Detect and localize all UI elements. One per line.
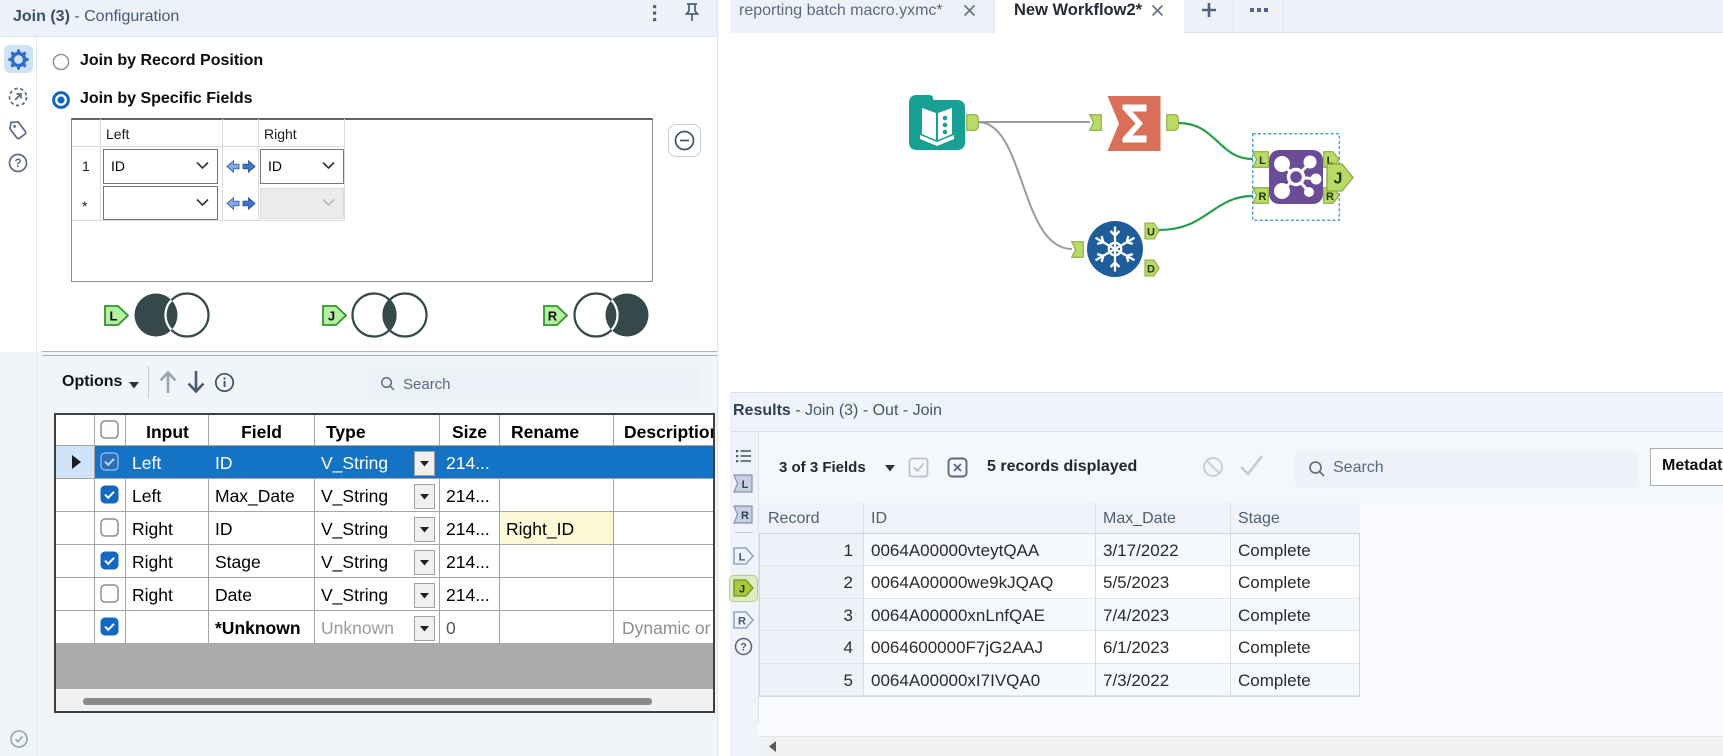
svg-text:L: L: [110, 309, 118, 324]
svg-text:?: ?: [740, 642, 747, 654]
svg-text:R: R: [738, 615, 746, 627]
svg-text:L: L: [739, 551, 746, 563]
svg-text:J: J: [328, 309, 335, 324]
svg-text:R: R: [1326, 191, 1334, 203]
svg-text:?: ?: [14, 158, 21, 170]
svg-text:J: J: [1334, 171, 1343, 188]
svg-text:J: J: [739, 583, 745, 595]
svg-text:L: L: [1259, 155, 1266, 167]
svg-text:R: R: [1259, 191, 1267, 203]
svg-text:R: R: [741, 510, 749, 522]
svg-text:D: D: [1147, 263, 1155, 275]
svg-text:U: U: [1147, 226, 1155, 238]
svg-text:R: R: [548, 309, 558, 324]
svg-text:L: L: [742, 479, 749, 491]
